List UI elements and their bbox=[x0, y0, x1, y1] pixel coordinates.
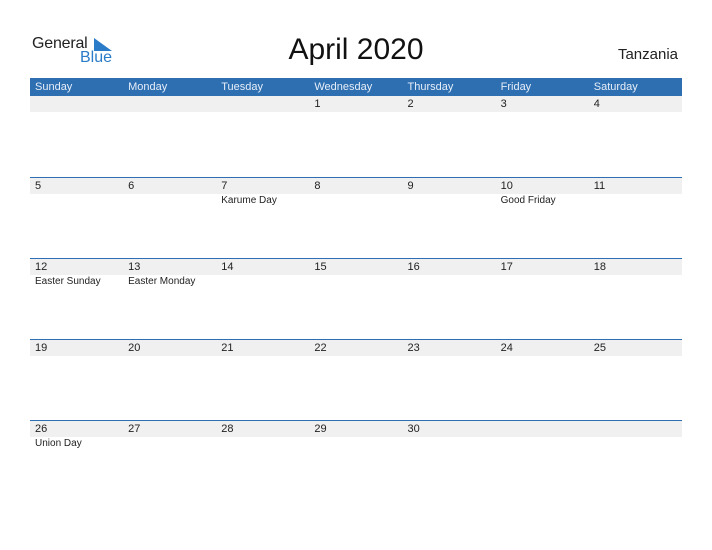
holiday-band: Easter Sunday Easter Monday bbox=[30, 275, 682, 289]
calendar-title: April 2020 bbox=[288, 33, 424, 66]
holiday-label: Easter Monday bbox=[128, 276, 196, 287]
day-number: 17 bbox=[500, 261, 513, 273]
holiday-band: Karume Day Good Friday bbox=[30, 194, 682, 208]
day-number: 9 bbox=[407, 180, 414, 192]
day-number: 22 bbox=[314, 342, 327, 354]
day-number: 26 bbox=[35, 423, 48, 435]
day-number: 27 bbox=[128, 423, 141, 435]
holiday-label bbox=[496, 437, 589, 451]
holiday-label: Karume Day bbox=[221, 195, 277, 206]
holiday-label bbox=[216, 437, 309, 451]
date-band: 19 20 21 22 23 24 25 bbox=[30, 340, 682, 356]
day-number: 6 bbox=[128, 180, 135, 192]
weekday-monday: Monday bbox=[128, 81, 168, 93]
holiday-label: Good Friday bbox=[500, 195, 556, 206]
day-number: 1 bbox=[314, 98, 321, 110]
weekday-wednesday: Wednesday bbox=[314, 81, 373, 93]
holiday-label bbox=[403, 437, 496, 451]
weekday-friday: Friday bbox=[500, 81, 532, 93]
holiday-band: Union Day bbox=[30, 437, 682, 451]
day-number: 20 bbox=[128, 342, 141, 354]
weekday-thursday: Thursday bbox=[407, 81, 454, 93]
day-number: 29 bbox=[314, 423, 327, 435]
day-number: 7 bbox=[221, 180, 228, 192]
holiday-label bbox=[403, 275, 496, 289]
day-number: 15 bbox=[314, 261, 327, 273]
weekday-sunday: Sunday bbox=[35, 81, 73, 93]
day-number bbox=[589, 421, 682, 437]
holiday-label bbox=[309, 194, 402, 208]
date-band: 5 6 7 8 9 10 11 bbox=[30, 178, 682, 194]
holiday-label: Easter Sunday bbox=[35, 276, 101, 287]
day-number: 12 bbox=[35, 261, 48, 273]
holiday-label bbox=[589, 194, 682, 208]
holiday-label bbox=[403, 194, 496, 208]
week-row: 5 6 7 8 9 10 11 Karume Day Good Friday bbox=[30, 177, 682, 258]
day-number: 3 bbox=[500, 98, 507, 110]
holiday-label bbox=[309, 275, 402, 289]
day-number: 4 bbox=[593, 98, 600, 110]
day-number: 16 bbox=[407, 261, 420, 273]
day-number: 28 bbox=[221, 423, 234, 435]
day-number: 5 bbox=[35, 180, 42, 192]
day-number: 21 bbox=[221, 342, 234, 354]
day-number bbox=[216, 96, 309, 112]
day-number bbox=[30, 96, 123, 112]
date-band: 12 13 14 15 16 17 18 bbox=[30, 259, 682, 275]
day-number: 10 bbox=[500, 180, 513, 192]
week-row: 1 2 3 4 bbox=[30, 96, 682, 177]
weeks-container: 1 2 3 4 5 6 7 8 9 10 11 Karume Day Good Friday 12 13 14… bbox=[30, 96, 682, 501]
day-number: 23 bbox=[407, 342, 420, 354]
day-number bbox=[123, 96, 216, 112]
day-number: 18 bbox=[593, 261, 606, 273]
holiday-label bbox=[496, 275, 589, 289]
day-number: 11 bbox=[593, 180, 606, 192]
weekday-tuesday: Tuesday bbox=[221, 81, 264, 93]
holiday-label bbox=[30, 194, 123, 208]
day-number: 8 bbox=[314, 180, 321, 192]
week-row: 19 20 21 22 23 24 25 bbox=[30, 339, 682, 420]
day-number: 24 bbox=[500, 342, 513, 354]
holiday-label bbox=[589, 437, 682, 451]
country-label: Tanzania bbox=[617, 46, 678, 63]
week-row: 12 13 14 15 16 17 18 Easter Sunday Easter Monday bbox=[30, 258, 682, 339]
holiday-label bbox=[123, 194, 216, 208]
holiday-label bbox=[309, 437, 402, 451]
day-number bbox=[496, 421, 589, 437]
day-number: 13 bbox=[128, 261, 141, 273]
date-band: 26 27 28 29 30 bbox=[30, 421, 682, 437]
holiday-label bbox=[216, 275, 309, 289]
day-number: 14 bbox=[221, 261, 234, 273]
holiday-label bbox=[123, 437, 216, 451]
date-band: 1 2 3 4 bbox=[30, 96, 682, 112]
week-row: 26 27 28 29 30 Union Day bbox=[30, 420, 682, 501]
holiday-label: Union Day bbox=[35, 438, 82, 449]
holiday-label bbox=[589, 275, 682, 289]
weekday-header: Sunday Monday Tuesday Wednesday Thursday… bbox=[30, 78, 682, 96]
day-number: 2 bbox=[407, 98, 414, 110]
weekday-saturday: Saturday bbox=[593, 81, 638, 93]
day-number: 19 bbox=[35, 342, 48, 354]
day-number: 30 bbox=[407, 423, 420, 435]
calendar-grid: Sunday Monday Tuesday Wednesday Thursday… bbox=[30, 78, 682, 501]
day-number: 25 bbox=[593, 342, 606, 354]
